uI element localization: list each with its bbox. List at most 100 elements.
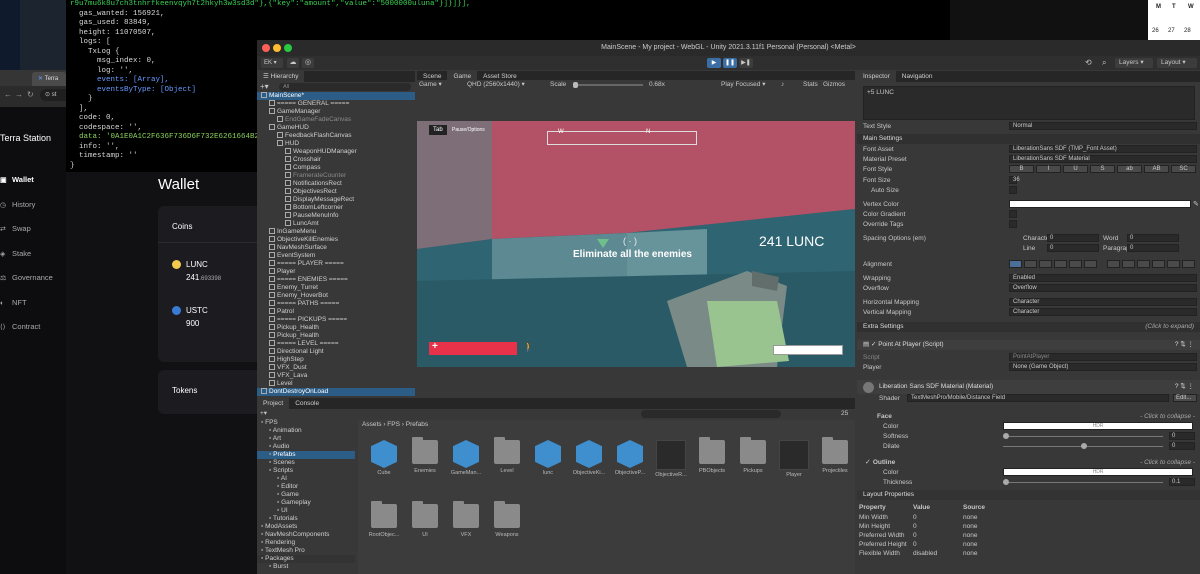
hierarchy-item[interactable]: Patrol [257, 308, 415, 316]
slider-track[interactable] [1003, 482, 1163, 483]
font-size-field[interactable]: 36 [1009, 176, 1020, 184]
font-asset-field[interactable]: LiberationSans SDF (TMP_Font Asset) [1009, 145, 1197, 153]
hierarchy-item[interactable]: DisplayMessageRect [257, 196, 415, 204]
account-dropdown[interactable]: EK ▾ [261, 58, 283, 68]
layout-properties-header[interactable]: Layout Properties [857, 490, 1200, 500]
breadcrumb-item[interactable]: Assets [362, 421, 382, 428]
project-folder[interactable]: ▪ Editor [257, 483, 355, 491]
asset-tile[interactable]: Cube [364, 440, 404, 476]
slider-value-field[interactable]: 0 [1169, 432, 1195, 440]
component-header[interactable]: ▤ ✓ Point At Player (Script) ? ⇅ ⋮ [857, 340, 1200, 350]
font-style-button[interactable]: B [1009, 165, 1034, 173]
color-swatch[interactable]: HDR [1003, 468, 1193, 476]
alignment-button[interactable] [1182, 260, 1195, 268]
hierarchy-item[interactable]: ===== PLAYER ===== [257, 260, 415, 268]
hierarchy-item[interactable]: NotificationsRect [257, 180, 415, 188]
hierarchy-item[interactable]: NavMeshSurface [257, 244, 415, 252]
face-header[interactable]: Face - Click to collapse - [877, 412, 1195, 421]
alignment-button[interactable] [1107, 260, 1120, 268]
material-header[interactable]: Liberation Sans SDF Material (Material)?… [857, 380, 1200, 394]
project-search[interactable] [641, 410, 781, 418]
hierarchy-item[interactable]: Directional Light [257, 348, 415, 356]
hierarchy-item[interactable]: BottomLeftcorner [257, 204, 415, 212]
collab-icon[interactable]: ◎ [302, 58, 314, 68]
hierarchy-item[interactable]: Player [257, 268, 415, 276]
project-folder[interactable]: ▪ Scenes [257, 459, 355, 467]
hierarchy-item[interactable]: Pickup_Health [257, 324, 415, 332]
asset-tile[interactable]: Level [487, 437, 527, 474]
slider-handle[interactable] [1081, 443, 1087, 449]
step-button[interactable]: ▶❚ [739, 58, 753, 68]
vertical-mapping-dropdown[interactable]: Character [1009, 308, 1197, 316]
project-folder[interactable]: ▪ Art [257, 435, 355, 443]
alignment-button[interactable] [1024, 260, 1037, 268]
gizmos-button[interactable]: Gizmos [823, 80, 845, 90]
alignment-button[interactable] [1009, 260, 1022, 268]
hierarchy-item[interactable]: VFX_Lava [257, 372, 415, 380]
hierarchy-item[interactable]: Compass [257, 164, 415, 172]
alignment-button[interactable] [1069, 260, 1082, 268]
hierarchy-item[interactable]: Level [257, 380, 415, 388]
alignment-button[interactable] [1054, 260, 1067, 268]
history-icon[interactable]: ⟲ [1085, 58, 1092, 67]
tab-hierarchy[interactable]: ☰ Hierarchy [257, 71, 305, 82]
project-folder[interactable]: ▪ AI [257, 475, 355, 483]
hierarchy-item[interactable]: MainScene* [257, 92, 415, 100]
breadcrumb-item[interactable]: FPS [387, 421, 400, 428]
material-preset-dropdown[interactable]: LiberationSans SDF Material [1009, 155, 1197, 163]
sidebar-item-stake[interactable]: ◈ Stake [0, 247, 66, 261]
hierarchy-item[interactable]: ObjectivesRect [257, 188, 415, 196]
project-folder[interactable]: ▪ ModAssets [257, 523, 355, 531]
resolution-dropdown[interactable]: QHD (2560x1440) ▾ [467, 80, 525, 90]
vertex-color-swatch[interactable] [1009, 200, 1191, 208]
overflow-dropdown[interactable]: Overflow [1009, 284, 1197, 292]
asset-tile[interactable]: lunc [528, 440, 568, 476]
tab-project[interactable]: Project [257, 398, 290, 409]
edit-shader-button[interactable]: Edit... [1173, 394, 1197, 402]
hierarchy-item[interactable]: VFX_Dust [257, 364, 415, 372]
project-folder[interactable]: ▪ TextMesh Pro [257, 547, 355, 555]
hierarchy-item[interactable]: FramerateCounter [257, 172, 415, 180]
mute-icon[interactable]: ♪ [781, 80, 784, 90]
project-folder[interactable]: ▪ UI [257, 507, 355, 515]
hierarchy-item[interactable]: Enemy_HoverBot [257, 292, 415, 300]
font-style-button[interactable]: SC [1171, 165, 1196, 173]
add-icon[interactable]: +▾ [260, 82, 269, 92]
cloud-icon[interactable]: ☁ [287, 58, 299, 68]
asset-tile[interactable]: GameMan... [446, 440, 486, 476]
asset-tile[interactable]: ObjectiveR... [651, 440, 691, 478]
hierarchy-item[interactable]: InGameMenu [257, 228, 415, 236]
hierarchy-item[interactable]: ===== GENERAL ===== [257, 100, 415, 108]
reload-icon[interactable]: ↻ [27, 90, 34, 99]
component-menu-icon[interactable]: ? ⇅ ⋮ [1175, 340, 1194, 350]
outline-header[interactable]: ✓ Outline - Click to collapse - [865, 458, 1195, 467]
minimize-window-button[interactable] [273, 44, 281, 52]
material-menu-icon[interactable]: ? ⇅ ⋮ [1175, 380, 1194, 394]
asset-tile[interactable]: Weapons [487, 501, 527, 538]
hierarchy-item[interactable]: HighStep [257, 356, 415, 364]
shader-dropdown[interactable]: TextMeshPro/Mobile/Distance Field [907, 394, 1169, 402]
sidebar-item-wallet[interactable]: ▣ Wallet [0, 173, 66, 187]
spacing-field[interactable]: 0 [1047, 234, 1099, 242]
color-gradient-checkbox[interactable] [1009, 210, 1017, 218]
font-style-button[interactable]: S [1090, 165, 1115, 173]
scale-slider[interactable] [573, 82, 643, 88]
text-input-area[interactable]: +5 LUNC [863, 86, 1195, 120]
asset-tile[interactable]: UI [405, 501, 445, 538]
asset-tile[interactable]: Projectiles [815, 437, 855, 474]
display-dropdown[interactable]: Game ▾ [419, 80, 442, 90]
alignment-button[interactable] [1152, 260, 1165, 268]
font-style-button[interactable]: ab [1117, 165, 1142, 173]
font-style-button[interactable]: I [1036, 165, 1061, 173]
outline-checkbox[interactable]: ✓ [865, 459, 873, 466]
alignment-button[interactable] [1039, 260, 1052, 268]
asset-tile[interactable]: ObjectiveKi... [569, 440, 609, 476]
project-folder[interactable]: ▪ Rendering [257, 539, 355, 547]
hierarchy-item[interactable]: ===== PATHS ===== [257, 300, 415, 308]
hierarchy-item[interactable]: Enemy_Turret [257, 284, 415, 292]
sidebar-item-governance[interactable]: ⚖ Governance [0, 271, 66, 285]
sidebar-item-nft[interactable]: ◐ NFT [0, 296, 66, 310]
hierarchy-item[interactable]: GameHUD [257, 124, 415, 132]
hierarchy-item[interactable]: PauseMenuInfo [257, 212, 415, 220]
project-folder[interactable]: ▪ Tutorials [257, 515, 355, 523]
